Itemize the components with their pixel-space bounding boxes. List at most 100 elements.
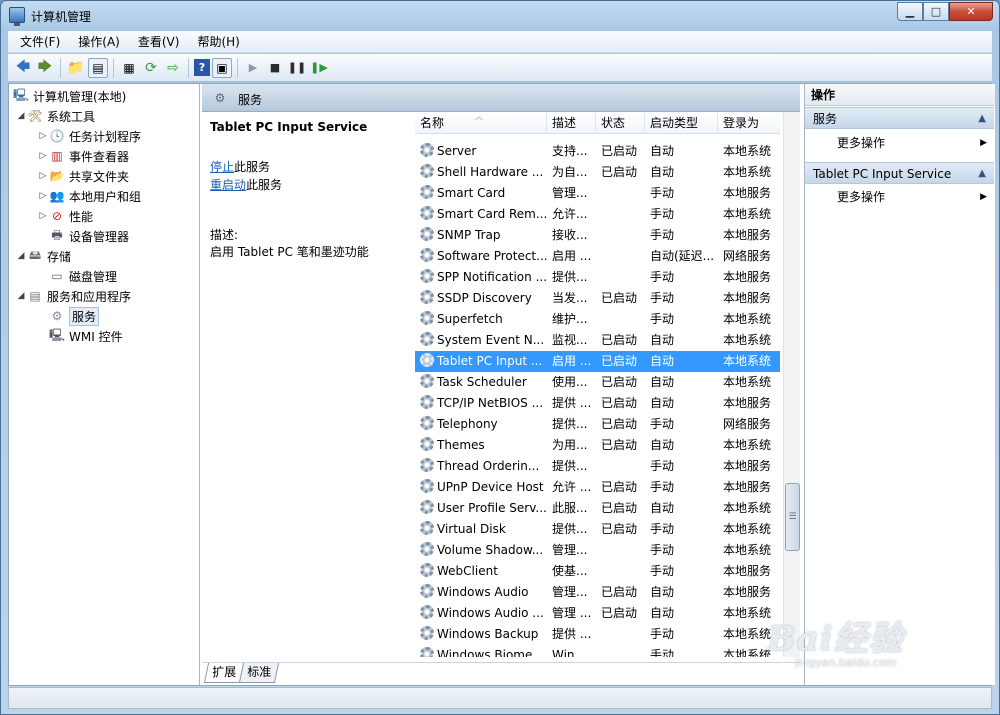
menu-file[interactable]: 文件(F) bbox=[14, 33, 66, 50]
tree-performance[interactable]: ▷ ⊘ 性能 bbox=[37, 206, 93, 226]
service-desc-cell: 接收... bbox=[552, 228, 588, 242]
table-row[interactable]: Superfetch 维护... 手动 本地系统 bbox=[415, 309, 780, 330]
table-row[interactable]: Task Scheduler 使用... 已启动 自动 本地系统 bbox=[415, 372, 780, 393]
tree-disk-management[interactable]: ▭ 磁盘管理 bbox=[49, 266, 117, 286]
restart-service-icon[interactable]: ❚▶ bbox=[309, 58, 329, 78]
show-hide-tree-icon[interactable]: ▤ bbox=[88, 57, 108, 78]
service-name-cell: Server bbox=[415, 141, 547, 162]
minimize-button[interactable]: ▁ bbox=[897, 2, 923, 21]
column-header-startup-type[interactable]: 启动类型 bbox=[645, 112, 718, 134]
menu-help[interactable]: 帮助(H) bbox=[191, 33, 245, 50]
tree-device-manager[interactable]: 🖶 设备管理器 bbox=[49, 226, 129, 246]
column-header-name[interactable]: 名称 ︿ bbox=[415, 112, 547, 134]
tree-system-tools[interactable]: ◢ 🛠 系统工具 bbox=[15, 106, 95, 126]
refresh-icon[interactable]: ⟳ bbox=[141, 58, 161, 78]
gear-icon bbox=[420, 164, 434, 178]
column-header-logon-as[interactable]: 登录为 bbox=[718, 112, 780, 134]
expand-arrow-icon[interactable]: ▷ bbox=[37, 191, 49, 201]
service-desc-cell: 启用 ... bbox=[552, 354, 592, 368]
column-header-description[interactable]: 描述 bbox=[547, 112, 596, 134]
actions-pane: 操作 服务 ▲ 更多操作 ▶ Tablet PC Input Service ▲… bbox=[804, 84, 995, 685]
actions-section-services[interactable]: 服务 ▲ bbox=[805, 107, 994, 129]
close-button[interactable]: ✕ bbox=[949, 2, 993, 21]
tree-local-users[interactable]: ▷ 👥 本地用户和组 bbox=[37, 186, 141, 206]
service-more-actions[interactable]: 更多操作 ▶ bbox=[837, 187, 987, 207]
collapse-arrow-icon[interactable]: ◢ bbox=[15, 291, 27, 301]
service-status-cell: 已启动 bbox=[601, 480, 638, 494]
services-more-actions[interactable]: 更多操作 ▶ bbox=[837, 133, 987, 153]
table-row[interactable]: WebClient 使基... 手动 本地服务 bbox=[415, 561, 780, 582]
service-desc-cell: 当发... bbox=[552, 291, 588, 305]
table-row[interactable]: Themes 为用... 已启动 自动 本地系统 bbox=[415, 435, 780, 456]
service-startup-cell: 手动 bbox=[650, 312, 675, 326]
expand-arrow-icon[interactable]: ▷ bbox=[37, 171, 49, 181]
tab-standard[interactable]: 标准 bbox=[238, 663, 280, 683]
back-icon[interactable]: 🡄 bbox=[13, 58, 33, 78]
properties-icon[interactable]: ▦ bbox=[119, 58, 139, 78]
table-row[interactable]: System Event N... 监视... 已启动 自动 本地系统 bbox=[415, 330, 780, 351]
maximize-button[interactable]: □ bbox=[923, 2, 949, 21]
table-row[interactable]: Telephony 提供... 已启动 手动 网络服务 bbox=[415, 414, 780, 435]
tree-task-scheduler[interactable]: ▷ 🕓 任务计划程序 bbox=[37, 126, 141, 146]
service-status-cell: 已启动 bbox=[601, 165, 638, 179]
tree-services-apps[interactable]: ◢ ▤ 服务和应用程序 bbox=[15, 286, 131, 306]
table-row[interactable]: Windows Audio 管理... 已启动 自动 本地服务 bbox=[415, 582, 780, 603]
expand-arrow-icon[interactable]: ▷ bbox=[37, 151, 49, 161]
scrollbar-thumb[interactable]: ☰ bbox=[785, 483, 800, 551]
tree-shared-folders[interactable]: ▷ 📂 共享文件夹 bbox=[37, 166, 129, 186]
tree-event-viewer[interactable]: ▷ ▥ 事件查看器 bbox=[37, 146, 129, 166]
service-status-cell: 已启动 bbox=[601, 522, 638, 536]
table-row[interactable]: TCP/IP NetBIOS ... 提供 ... 已启动 自动 本地服务 bbox=[415, 393, 780, 414]
up-folder-icon[interactable]: 📁 bbox=[66, 58, 86, 78]
table-row[interactable]: Tablet PC Input ... 启用 ... 已启动 自动 本地系统 bbox=[415, 351, 780, 372]
performance-icon: ⊘ bbox=[51, 209, 63, 223]
table-row[interactable]: Server 支持... 已启动 自动 本地系统 bbox=[415, 141, 780, 162]
column-header-status[interactable]: 状态 bbox=[596, 112, 645, 134]
forward-icon[interactable]: 🡆 bbox=[35, 58, 55, 78]
actions-section-service[interactable]: Tablet PC Input Service ▲ bbox=[805, 162, 994, 184]
stop-service-icon[interactable]: ■ bbox=[265, 58, 285, 78]
table-row[interactable]: Windows Audio ... 管理 ... 已启动 自动 本地系统 bbox=[415, 603, 780, 624]
table-row[interactable]: Virtual Disk 提供... 已启动 手动 本地系统 bbox=[415, 519, 780, 540]
collapse-up-icon[interactable]: ▲ bbox=[978, 163, 986, 185]
table-row[interactable]: Windows Backup 提供 ... 手动 本地系统 bbox=[415, 624, 780, 645]
collapse-up-icon[interactable]: ▲ bbox=[978, 108, 986, 130]
pause-service-icon[interactable]: ❚❚ bbox=[287, 58, 307, 78]
service-status-cell: 已启动 bbox=[601, 291, 638, 305]
view-icon[interactable]: ▣ bbox=[212, 57, 232, 78]
tab-extended[interactable]: 扩展 bbox=[203, 663, 245, 683]
tree-wmi[interactable]: 🖳 WMI 控件 bbox=[49, 326, 123, 346]
collapse-arrow-icon[interactable]: ◢ bbox=[15, 251, 27, 261]
table-row[interactable]: SPP Notification ... 提供... 手动 本地服务 bbox=[415, 267, 780, 288]
table-row[interactable]: SSDP Discovery 当发... 已启动 手动 本地服务 bbox=[415, 288, 780, 309]
menu-action[interactable]: 操作(A) bbox=[72, 33, 126, 50]
tree-root[interactable]: 🖳 计算机管理(本地) bbox=[13, 86, 126, 106]
start-service-icon[interactable]: ▶ bbox=[243, 58, 263, 78]
title-bar[interactable]: 计算机管理 ▁ □ ✕ bbox=[1, 1, 999, 31]
table-row[interactable]: Smart Card Rem... 允许... 手动 本地系统 bbox=[415, 204, 780, 225]
help-icon[interactable]: ? bbox=[194, 59, 210, 76]
service-desc-cell: 启用 ... bbox=[552, 249, 592, 263]
tree-storage[interactable]: ◢ 🖴 存储 bbox=[15, 246, 71, 266]
table-row[interactable]: Thread Orderin... 提供... 手动 本地服务 bbox=[415, 456, 780, 477]
service-name-cell: Tablet PC Input ... bbox=[415, 351, 547, 372]
stop-service-link[interactable]: 停止 bbox=[210, 160, 234, 174]
table-row[interactable]: UPnP Device Host 允许 ... 已启动 手动 本地服务 bbox=[415, 477, 780, 498]
table-row[interactable]: Windows Biome... Win... 手动 本地系统 bbox=[415, 645, 780, 657]
window: 计算机管理 ▁ □ ✕ 文件(F) 操作(A) 查看(V) 帮助(H) 🡄 🡆 … bbox=[0, 0, 1000, 715]
expand-arrow-icon[interactable]: ▷ bbox=[37, 131, 49, 141]
service-startup-cell: 自动 bbox=[650, 165, 675, 179]
tree-services[interactable]: ⚙ 服务 bbox=[49, 306, 100, 326]
restart-service-link[interactable]: 重启动 bbox=[210, 178, 246, 192]
table-row[interactable]: Volume Shadow... 管理... 手动 本地系统 bbox=[415, 540, 780, 561]
table-row[interactable]: Shell Hardware ... 为自... 已启动 自动 本地系统 bbox=[415, 162, 780, 183]
table-row[interactable]: Software Protect... 启用 ... 自动(延迟... 网络服务 bbox=[415, 246, 780, 267]
vertical-scrollbar[interactable]: ☰ bbox=[783, 112, 800, 657]
collapse-arrow-icon[interactable]: ◢ bbox=[15, 111, 27, 121]
table-row[interactable]: SNMP Trap 接收... 手动 本地服务 bbox=[415, 225, 780, 246]
export-icon[interactable]: ⇨ bbox=[163, 58, 183, 78]
expand-arrow-icon[interactable]: ▷ bbox=[37, 211, 49, 221]
table-row[interactable]: User Profile Serv... 此服... 已启动 自动 本地系统 bbox=[415, 498, 780, 519]
menu-view[interactable]: 查看(V) bbox=[132, 33, 186, 50]
table-row[interactable]: Smart Card 管理... 手动 本地服务 bbox=[415, 183, 780, 204]
